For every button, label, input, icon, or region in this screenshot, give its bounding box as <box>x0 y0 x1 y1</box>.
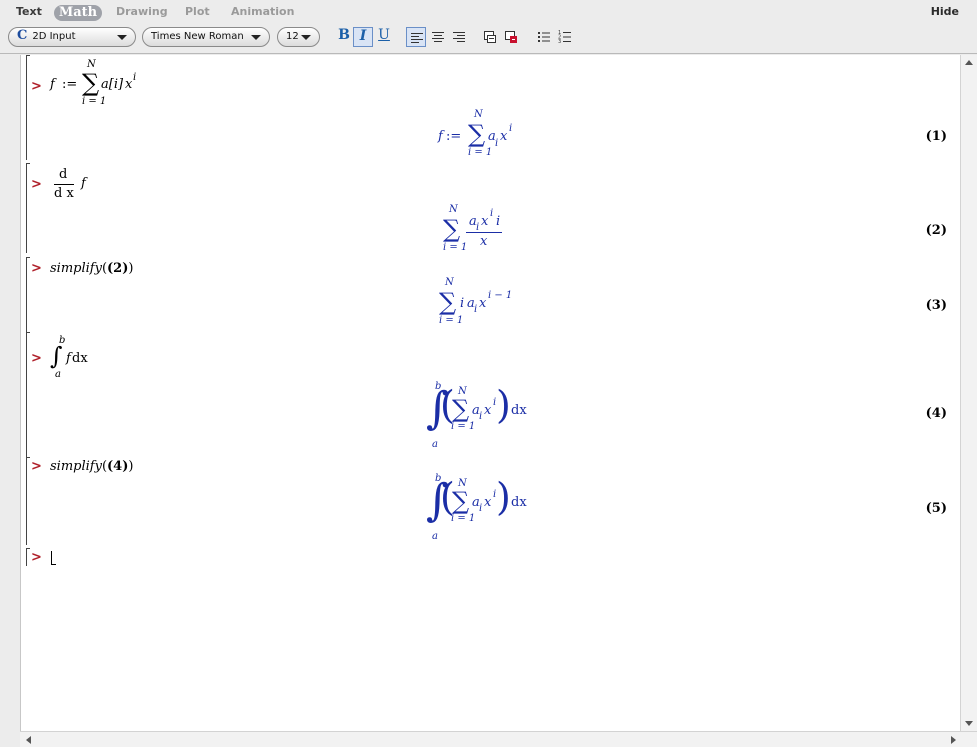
group-bracket <box>26 332 30 457</box>
equation-label: (2) <box>925 223 947 238</box>
font-size-dropdown[interactable]: 12 <box>277 27 320 47</box>
svg-text:3: 3 <box>558 39 561 44</box>
text-cursor[interactable] <box>51 551 56 565</box>
chevron-down-icon <box>251 35 261 40</box>
align-center-icon[interactable] <box>428 27 448 47</box>
prompt-marker: > <box>31 79 42 94</box>
tab-text[interactable]: Text <box>16 5 42 21</box>
format-toolbar: C 2D Input Times New Roman 12 B I U 123 <box>0 24 977 54</box>
equation-label: (4) <box>925 406 947 421</box>
group-bracket <box>26 163 30 253</box>
group-bracket <box>26 55 30 160</box>
prompt-marker: > <box>31 459 42 474</box>
input-math[interactable]: simplify((4)) <box>50 459 133 474</box>
input-mode-dropdown[interactable]: C 2D Input <box>8 27 136 47</box>
execution-group[interactable]: > d d x f N ∑ i = 1 a i x i i x (2) <box>26 163 951 253</box>
group-bracket <box>26 257 30 332</box>
bold-button[interactable]: B <box>334 27 354 47</box>
scroll-right-icon[interactable] <box>951 736 956 744</box>
italic-button[interactable]: I <box>353 27 373 47</box>
math-c-icon: C <box>17 28 28 43</box>
equation-label: (1) <box>925 129 947 144</box>
execution-group[interactable]: > simplify((2)) N ∑ i = 1 i a i x i − 1 … <box>26 257 951 332</box>
font-family-label: Times New Roman <box>151 31 244 42</box>
left-frame <box>0 0 20 747</box>
execution-group[interactable]: > f := N ∑ i = 1 a[i] x i f := N ∑ i = 1… <box>26 55 951 160</box>
tab-animation[interactable]: Animation <box>231 5 294 21</box>
equation-label: (5) <box>925 501 947 516</box>
delete-region-icon[interactable] <box>501 27 521 47</box>
input-mode-label: 2D Input <box>32 31 76 42</box>
scroll-up-icon[interactable] <box>965 60 973 65</box>
tab-math[interactable]: Math <box>54 5 102 21</box>
insert-region-icon[interactable] <box>480 27 500 47</box>
prompt-marker: > <box>31 351 42 366</box>
mode-tab-bar: Text Math Drawing Plot Animation Hide <box>0 0 977 24</box>
worksheet[interactable]: > f := N ∑ i = 1 a[i] x i f := N ∑ i = 1… <box>20 55 960 731</box>
horizontal-scrollbar[interactable] <box>20 731 977 747</box>
scroll-down-icon[interactable] <box>965 721 973 726</box>
align-left-icon[interactable] <box>406 27 426 47</box>
prompt-marker: > <box>31 261 42 276</box>
chevron-down-icon <box>117 35 127 40</box>
underline-button[interactable]: U <box>374 27 394 47</box>
tab-drawing[interactable]: Drawing <box>116 5 168 21</box>
chevron-down-icon <box>301 35 311 40</box>
input-math[interactable]: simplify((2)) <box>50 261 133 276</box>
numbered-list-icon[interactable]: 123 <box>555 27 575 47</box>
font-family-dropdown[interactable]: Times New Roman <box>142 27 270 47</box>
bullet-list-icon[interactable] <box>534 27 554 47</box>
tab-plot[interactable]: Plot <box>185 5 210 21</box>
hide-button[interactable]: Hide <box>931 5 959 18</box>
font-size-label: 12 <box>286 31 299 42</box>
execution-group[interactable]: > simplify((4)) b ∫ a ( N ∑ i = 1 a i x … <box>26 457 951 545</box>
align-right-icon[interactable] <box>449 27 469 47</box>
equation-label: (3) <box>925 298 947 313</box>
prompt-marker: > <box>31 550 42 565</box>
group-bracket <box>26 457 30 545</box>
execution-group[interactable]: > b ∫ a f dx b ∫ a ( N ∑ i = 1 a i x i )… <box>26 332 951 457</box>
vertical-scrollbar[interactable] <box>960 55 977 731</box>
execution-group[interactable]: > <box>26 548 951 566</box>
prompt-marker: > <box>31 177 42 192</box>
scroll-left-icon[interactable] <box>26 736 31 744</box>
group-bracket <box>26 548 30 566</box>
